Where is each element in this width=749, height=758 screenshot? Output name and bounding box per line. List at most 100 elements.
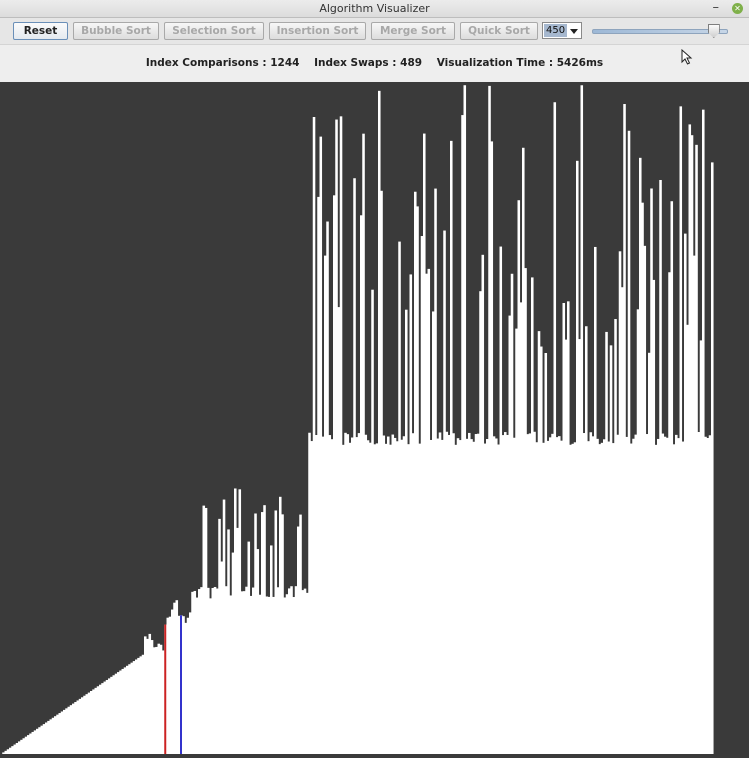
array-bar xyxy=(357,433,361,754)
array-bar xyxy=(402,436,406,754)
array-bar xyxy=(308,432,311,754)
array-bar xyxy=(616,434,620,754)
speed-slider[interactable] xyxy=(590,22,730,39)
array-bar xyxy=(369,442,372,754)
array-bar xyxy=(155,646,158,754)
array-bar xyxy=(382,435,386,754)
array-bar xyxy=(63,709,66,754)
merge-sort-button[interactable]: Merge Sort xyxy=(371,22,455,40)
array-bar xyxy=(569,444,572,754)
array-bar xyxy=(60,711,64,754)
array-bar xyxy=(65,708,68,754)
array-bar xyxy=(594,246,597,754)
array-bar xyxy=(101,683,104,755)
array-bar xyxy=(254,513,257,754)
array-bar xyxy=(607,441,611,754)
chevron-down-icon[interactable] xyxy=(570,29,578,34)
array-bar xyxy=(67,706,71,754)
array-bar xyxy=(490,141,494,754)
array-bar xyxy=(58,713,62,754)
comparisons-label: Index Comparisons : xyxy=(145,57,267,69)
array-bar xyxy=(162,650,165,754)
array-bar xyxy=(477,433,480,754)
array-bar xyxy=(333,195,336,754)
array-bar xyxy=(576,160,579,754)
array-bar xyxy=(591,436,595,754)
array-bar xyxy=(319,136,323,755)
array-bar xyxy=(387,436,390,754)
array-bar xyxy=(54,716,57,754)
array-size-select[interactable]: 450 xyxy=(542,22,582,39)
array-bar xyxy=(74,702,77,754)
array-bar xyxy=(654,444,658,754)
mouse-pointer-icon xyxy=(681,49,693,65)
array-bar xyxy=(573,442,577,754)
array-bar xyxy=(706,438,710,754)
array-bar xyxy=(321,436,325,754)
quick-sort-button[interactable]: Quick Sort xyxy=(460,22,538,40)
close-icon[interactable]: ✕ xyxy=(732,3,743,14)
array-bar xyxy=(364,434,368,754)
bubble-sort-button[interactable]: Bubble Sort xyxy=(73,22,159,40)
array-bar xyxy=(704,436,707,754)
array-bar xyxy=(195,597,199,754)
array-bar xyxy=(360,215,363,755)
array-bar xyxy=(618,251,622,755)
minimize-icon[interactable]: – xyxy=(713,0,720,17)
array-bar xyxy=(425,273,428,754)
array-bar xyxy=(211,588,215,754)
selection-sort-button[interactable]: Selection Sort xyxy=(164,22,264,40)
compare-marker-bar xyxy=(164,624,167,754)
slider-track[interactable] xyxy=(592,29,728,34)
array-bar xyxy=(366,440,370,754)
array-bar xyxy=(472,441,476,754)
array-bar xyxy=(139,656,143,754)
array-bar xyxy=(159,644,163,754)
array-bar xyxy=(378,90,381,755)
array-bar xyxy=(191,591,194,754)
array-bar xyxy=(596,438,599,754)
array-bar xyxy=(126,665,129,754)
visualization-area xyxy=(0,82,749,755)
array-bar xyxy=(441,439,444,754)
array-bar xyxy=(492,436,496,754)
array-bar xyxy=(234,488,237,754)
array-bar xyxy=(292,597,296,754)
array-bar xyxy=(553,102,557,755)
array-bar xyxy=(434,188,437,754)
array-bar xyxy=(632,438,635,754)
array-bar xyxy=(668,272,671,754)
array-bar xyxy=(447,434,451,754)
array-bar xyxy=(258,594,262,754)
array-size-value: 450 xyxy=(544,24,568,37)
slider-thumb[interactable] xyxy=(707,24,720,38)
time-label: Visualization Time : xyxy=(436,57,554,69)
insertion-sort-button[interactable]: Insertion Sort xyxy=(269,22,366,40)
array-bar xyxy=(580,85,584,754)
array-bar xyxy=(391,434,395,754)
swaps-value: 489 xyxy=(400,57,423,69)
array-bar xyxy=(76,700,80,754)
array-bar xyxy=(285,594,289,754)
reset-button[interactable]: Reset xyxy=(13,22,68,40)
array-bar xyxy=(702,109,705,754)
array-bar xyxy=(389,444,392,754)
array-bar xyxy=(362,133,365,755)
array-bar xyxy=(252,587,255,754)
array-bar xyxy=(45,722,48,754)
array-bar xyxy=(218,518,221,754)
array-bar xyxy=(6,749,10,754)
array-bar xyxy=(110,676,113,754)
array-bar xyxy=(677,438,680,754)
array-bar xyxy=(249,595,253,754)
array-bar xyxy=(614,319,617,754)
array-bar xyxy=(207,587,210,754)
array-bar xyxy=(56,714,59,755)
array-bar xyxy=(281,514,284,754)
array-bar xyxy=(661,433,665,754)
array-bar xyxy=(328,435,332,754)
array-bar xyxy=(659,179,662,754)
array-bar xyxy=(303,588,307,754)
array-bar xyxy=(693,255,696,755)
array-bar xyxy=(150,640,154,754)
